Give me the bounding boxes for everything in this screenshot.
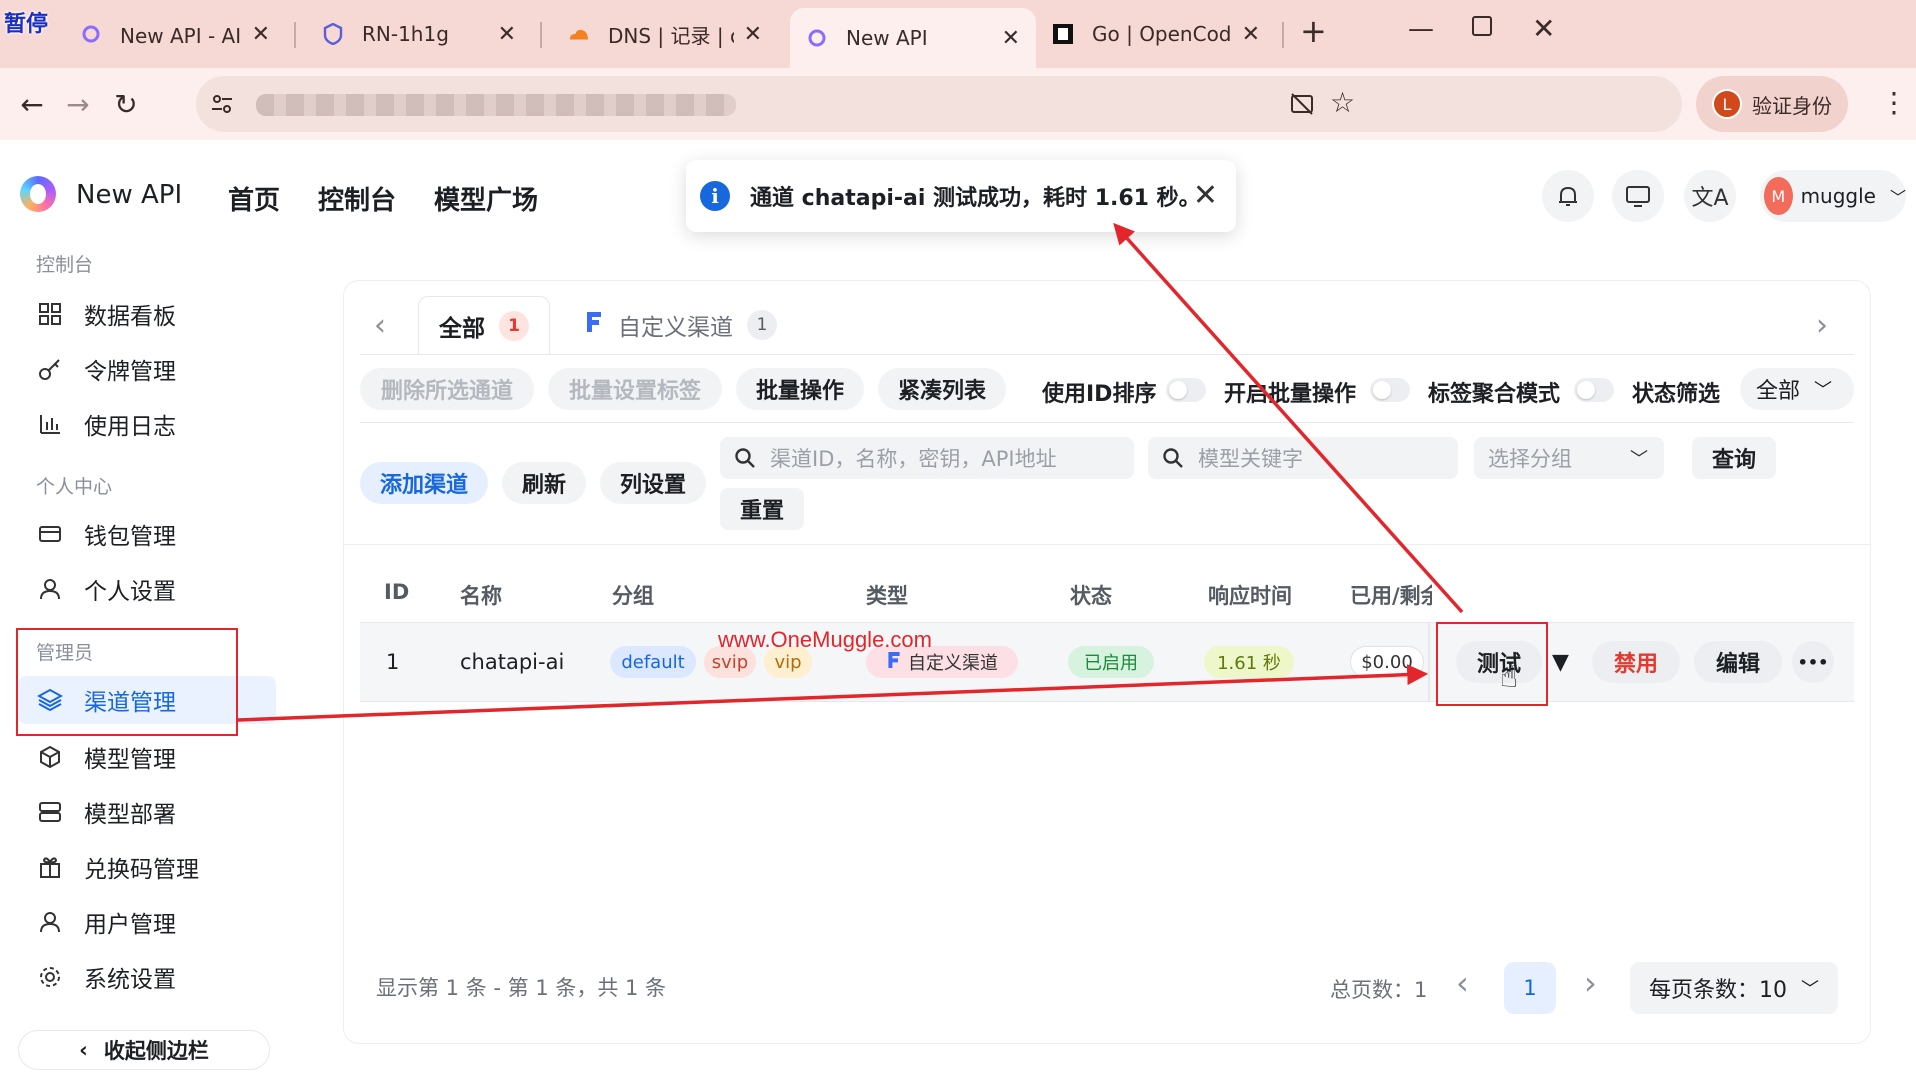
annotation-arrows — [237, 222, 1464, 722]
mouse-pointer-icon: ☝ — [1500, 660, 1519, 695]
